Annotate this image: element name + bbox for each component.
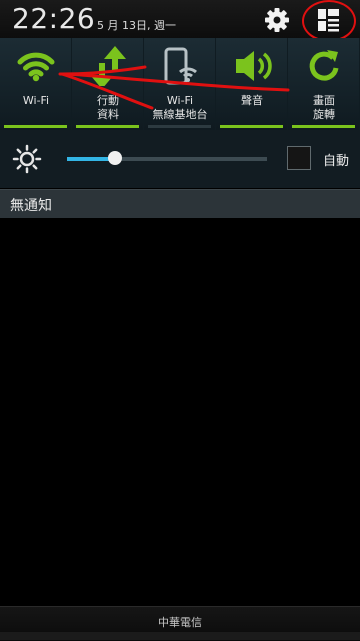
toggle-sound[interactable]: 聲音: [216, 38, 288, 130]
quick-toggles-row: Wi-Fi 行動 資料 Wi-Fi 無線基地台 聲音 畫面 旋轉: [0, 38, 360, 130]
toggle-indicator: [148, 125, 211, 128]
toggle-indicator: [76, 125, 139, 128]
toggle-rotation[interactable]: 畫面 旋轉: [288, 38, 360, 130]
toggle-indicator: [4, 125, 67, 128]
toggle-indicator: [220, 125, 283, 128]
toggle-wifi[interactable]: Wi-Fi: [0, 38, 72, 130]
toggle-label: 畫面 旋轉: [313, 94, 335, 121]
quick-settings-grid-icon: [318, 9, 339, 32]
brightness-slider[interactable]: [67, 151, 267, 165]
hotspot-icon: [164, 47, 197, 85]
toggle-mobile-data[interactable]: 行動 資料: [72, 38, 144, 130]
date-label: 5 月 13日, 週一: [97, 19, 176, 32]
brightness-slider-thumb[interactable]: [108, 151, 122, 165]
settings-button[interactable]: [262, 6, 292, 34]
notification-header-bar: 22:26 5 月 13日, 週一: [0, 0, 360, 42]
toggle-label: 行動 資料: [97, 94, 119, 121]
brightness-sun-icon: [12, 144, 42, 174]
clock-time: 22:26: [12, 2, 96, 35]
auto-brightness-label: 自動: [323, 154, 350, 169]
edit-quick-settings-button[interactable]: [312, 4, 346, 36]
gear-icon: [265, 8, 289, 32]
panel-drag-handle[interactable]: [0, 632, 360, 640]
toggle-indicator: [292, 125, 355, 128]
toggle-label: 聲音: [241, 94, 263, 107]
notifications-header: 無通知: [0, 189, 360, 218]
toggle-label: Wi-Fi 無線基地台: [152, 94, 208, 121]
auto-brightness-checkbox[interactable]: [287, 146, 311, 170]
carrier-label: 中華電信: [158, 616, 202, 629]
speaker-icon: [236, 51, 272, 81]
toggle-hotspot[interactable]: Wi-Fi 無線基地台: [144, 38, 216, 130]
no-notifications-label: 無通知: [10, 198, 52, 214]
rotate-icon: [309, 50, 339, 81]
toggle-label: Wi-Fi: [22, 94, 50, 107]
mobile-data-icon: [91, 46, 126, 86]
wifi-icon: [17, 52, 55, 82]
